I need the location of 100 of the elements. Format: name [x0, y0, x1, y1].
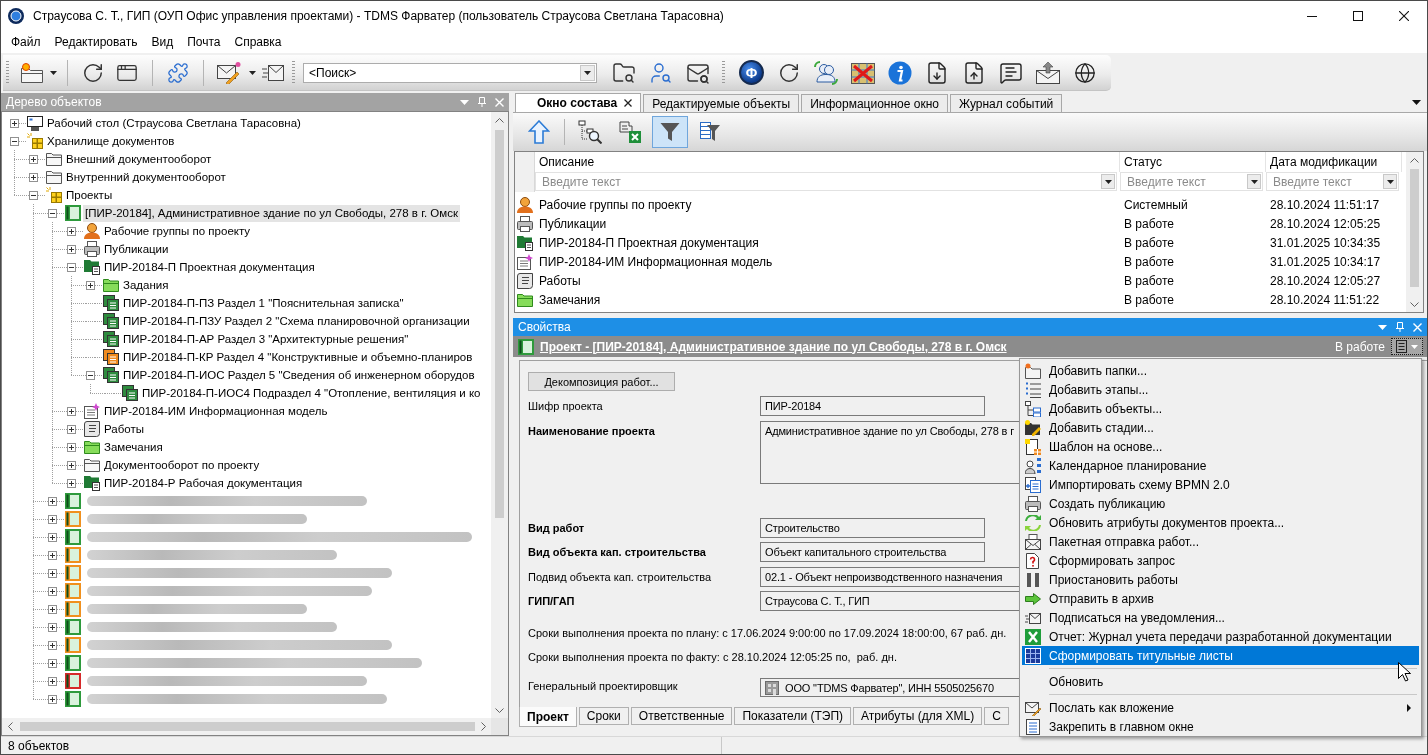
menu-item[interactable]: Добавить объекты... — [1022, 399, 1419, 418]
expand-icon[interactable] — [48, 694, 57, 704]
expand-icon[interactable] — [10, 118, 19, 128]
expand-icon[interactable] — [67, 460, 76, 470]
table-cell-text: Замечания — [538, 292, 602, 307]
tree-item[interactable]: Документооборот по проекту — [102, 456, 262, 474]
tree-item[interactable]: ПИР-20184-П-КР Раздел 4 "Конструктивные и объемно-планиров — [121, 348, 475, 366]
menu-item[interactable]: Редактировать — [47, 33, 145, 51]
expand-icon[interactable] — [48, 640, 57, 650]
expand-icon[interactable] — [48, 604, 57, 614]
menu-item[interactable]: Послать как вложение — [1022, 698, 1419, 717]
expand-icon[interactable] — [48, 622, 57, 632]
expand-icon[interactable] — [29, 154, 38, 164]
filter-field[interactable]: Введите текст — [1266, 172, 1399, 191]
text-field[interactable]: ПИР-20184 — [760, 396, 985, 416]
tab[interactable]: Ответственные — [630, 707, 733, 725]
tree-item[interactable]: Хранилище документов — [45, 132, 177, 150]
collapse-icon[interactable] — [48, 208, 57, 218]
tree-item[interactable]: ПИР-20184-П-ИОС Раздел 5 "Сведения об инженерном оборудов — [121, 366, 477, 384]
close-icon[interactable] — [624, 99, 633, 107]
tree-item[interactable]: [ПИР-20184], Административное здание по ул Свободы, 278 в г. Омск — [83, 204, 460, 222]
text-field[interactable]: Строительство — [760, 517, 985, 538]
scrollbar-thumb[interactable] — [1410, 169, 1419, 287]
filter-field[interactable]: Введите текст — [1120, 172, 1263, 191]
expand-icon[interactable] — [67, 226, 76, 236]
menu-item[interactable]: Отчет: Журнал учета передачи разработанной документации — [1022, 627, 1419, 646]
tree-item[interactable]: Замечания — [102, 438, 165, 456]
menu-button[interactable] — [1391, 338, 1423, 355]
expand-icon[interactable] — [67, 442, 76, 452]
tree-item[interactable]: ПИР-20184-ИМ Информационная модель — [102, 402, 330, 420]
sync-icon — [1025, 514, 1041, 531]
scrollbar-thumb[interactable] — [495, 130, 504, 518]
tree-item[interactable]: Проекты — [64, 186, 115, 204]
pin-icon[interactable] — [1396, 322, 1404, 332]
tree-item[interactable]: ПИР-20184-П-ПЗ Раздел 1 "Пояснительная записка" — [121, 294, 406, 312]
menu-item[interactable]: Добавить этапы... — [1022, 380, 1419, 399]
tree-item[interactable]: ПИР-20184-П-ПЗУ Раздел 2 "Схема планировочной организации — [121, 312, 472, 330]
tree-item[interactable]: ПИР-20184-Р Рабочая документация — [102, 474, 305, 492]
tab[interactable]: Показатели (ТЭП) — [734, 707, 851, 725]
menu-item[interactable]: Сформировать титульные листы — [1022, 646, 1419, 665]
decomposition-button[interactable]: Декомпозиция работ... — [528, 372, 675, 391]
expand-icon[interactable] — [48, 676, 57, 686]
menu-item[interactable]: Пакетная отправка работ... — [1022, 532, 1419, 551]
expand-icon[interactable] — [48, 568, 57, 578]
collapse-icon[interactable] — [10, 136, 19, 146]
dropdown-button[interactable] — [1247, 174, 1261, 189]
expand-icon[interactable] — [67, 406, 76, 416]
expand-icon[interactable] — [29, 172, 38, 182]
menu-item[interactable]: Обновить атрибуты документов проекта... — [1022, 513, 1419, 532]
menu-item[interactable]: Почта — [180, 33, 228, 51]
horizontal-scrollbar[interactable] — [2, 718, 491, 735]
search-field[interactable]: <Поиск> — [303, 62, 597, 83]
tab[interactable]: Проект — [519, 707, 577, 727]
menu-item[interactable]: Справка — [227, 33, 289, 51]
tree-item[interactable]: Рабочий стол (Страусова Светлана Тарасовна) — [45, 114, 303, 132]
tab[interactable]: Информационное окно — [801, 94, 948, 112]
tree-item[interactable]: Внутренний документооборот — [64, 168, 228, 186]
tree-item[interactable]: ПИР-20184-П Проектная документация — [102, 258, 317, 276]
expand-icon[interactable] — [67, 478, 76, 488]
tree-item[interactable]: Внешний документооборот — [64, 150, 214, 168]
expand-icon[interactable] — [48, 586, 57, 596]
expand-icon[interactable] — [67, 244, 76, 254]
cursor-icon — [1398, 662, 1411, 682]
toolbar-button[interactable]: Φ — [733, 57, 770, 88]
filter-field[interactable]: Введите текст — [535, 172, 1117, 191]
vertical-scrollbar[interactable] — [1406, 152, 1423, 312]
tab[interactable]: Окно состава — [515, 93, 642, 112]
scrollbar-thumb[interactable] — [20, 722, 475, 731]
menu-item[interactable]: Добавить папки... — [1022, 361, 1419, 380]
tab[interactable]: Сроки — [578, 707, 629, 725]
expand-icon[interactable] — [86, 280, 95, 290]
tab[interactable]: С — [984, 707, 1009, 725]
menu-item[interactable]: Вид — [144, 33, 181, 51]
expand-icon[interactable] — [67, 424, 76, 434]
menu-item[interactable]: Закрепить в главном окне — [1022, 717, 1419, 736]
collapse-icon[interactable] — [29, 190, 38, 200]
tree-item[interactable]: Работы — [102, 420, 146, 438]
tab[interactable]: Редактируемые объекты — [643, 94, 800, 112]
expand-icon[interactable] — [48, 514, 57, 524]
tab[interactable]: Атрибуты (для XML) — [853, 707, 983, 725]
dropdown-button[interactable] — [1101, 174, 1115, 189]
menu-item[interactable]: Подписаться на уведомления... — [1022, 608, 1419, 627]
tree-item[interactable]: ПИР-20184-П-АР Раздел 3 "Архитектурные решения" — [121, 330, 411, 348]
dropdown-button[interactable] — [1383, 174, 1397, 189]
menu-item[interactable]: Создать публикацию — [1022, 494, 1419, 513]
expand-icon[interactable] — [48, 532, 57, 542]
tree-item[interactable]: Публикации — [102, 240, 171, 258]
dropdown-icon[interactable] — [1412, 100, 1421, 105]
tab[interactable]: Журнал событий — [949, 94, 1063, 112]
expand-icon[interactable] — [48, 496, 57, 506]
vertical-scrollbar[interactable] — [491, 112, 508, 718]
menu-item[interactable]: Файл — [4, 33, 48, 51]
tree-item[interactable]: Рабочие группы по проекту — [102, 222, 253, 240]
collapse-icon[interactable] — [86, 370, 95, 380]
expand-icon[interactable] — [48, 658, 57, 668]
collapse-icon[interactable] — [67, 262, 76, 272]
tree-item[interactable]: Задания — [121, 276, 171, 294]
text-field[interactable]: Объект капитального строительства — [760, 542, 985, 562]
tree-item[interactable]: ПИР-20184-П-ИОС4 Подраздел 4 "Отопление, вентиляция и ко — [140, 384, 483, 402]
expand-icon[interactable] — [48, 550, 57, 560]
